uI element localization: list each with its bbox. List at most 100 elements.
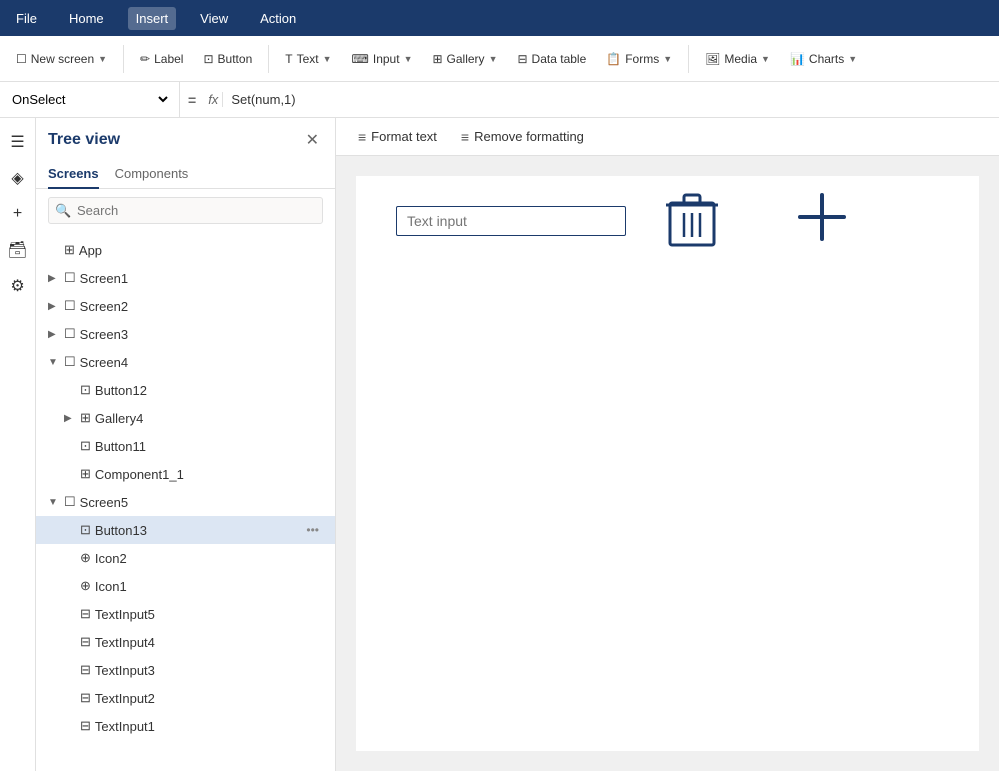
gallery4-chevron: ▶ [64, 413, 76, 424]
icon1-icon: ⊕ [80, 578, 91, 594]
text-button[interactable]: T Text ▼ [277, 48, 339, 70]
menu-home[interactable]: Home [61, 7, 112, 30]
media-chevron: ▼ [761, 54, 770, 64]
canvas-area: ≡ Format text ≡ Remove formatting [336, 118, 999, 771]
sidebar-data-icon[interactable]: 🗃 [2, 234, 34, 266]
menu-insert[interactable]: Insert [128, 7, 177, 30]
tree-item-textinput4[interactable]: ⊟ TextInput4 [36, 628, 335, 656]
tree-item-screen4[interactable]: ▼ ☐ Screen4 [36, 348, 335, 376]
textinput2-label: TextInput2 [95, 691, 323, 706]
app-icon: ⊞ [64, 242, 75, 258]
tree-tabs: Screens Components [36, 160, 335, 189]
menu-action[interactable]: Action [252, 7, 304, 30]
tree-item-button11[interactable]: ⊡ Button11 [36, 432, 335, 460]
label-label: Label [154, 52, 183, 66]
charts-button[interactable]: 📊 Charts ▼ [782, 48, 865, 70]
sidebar-icons: ☰ ◈ + 🗃 ⚙ [0, 118, 36, 771]
textinput5-icon: ⊟ [80, 606, 91, 622]
tree-item-screen1[interactable]: ▶ ☐ Screen1 [36, 264, 335, 292]
tree-item-textinput1[interactable]: ⊟ TextInput1 [36, 712, 335, 740]
tree-item-textinput5[interactable]: ⊟ TextInput5 [36, 600, 335, 628]
screen5-label: Screen5 [80, 495, 323, 510]
gallery-button[interactable]: ⊞ Gallery ▼ [424, 48, 505, 70]
textinput1-label: TextInput1 [95, 719, 323, 734]
screen4-icon: ☐ [64, 354, 76, 370]
button-button[interactable]: ⊡ Button [195, 48, 260, 70]
formula-bar: OnSelect = fx [0, 82, 999, 118]
tree-item-screen3[interactable]: ▶ ☐ Screen3 [36, 320, 335, 348]
menu-file[interactable]: File [8, 7, 45, 30]
property-dropdown[interactable]: OnSelect [8, 91, 171, 108]
tree-item-textinput2[interactable]: ⊟ TextInput2 [36, 684, 335, 712]
textinput5-label: TextInput5 [95, 607, 323, 622]
label-button[interactable]: ✏ Label [132, 48, 191, 70]
canvas-text-input-widget [396, 206, 626, 236]
main-layout: ☰ ◈ + 🗃 ⚙ Tree view ✕ Screens Components… [0, 118, 999, 771]
media-icon: 🖼 [705, 52, 720, 66]
tree-item-icon1[interactable]: ⊕ Icon1 [36, 572, 335, 600]
media-button[interactable]: 🖼 Media ▼ [697, 48, 778, 70]
component1-label: Component1_1 [95, 467, 323, 482]
tree-item-icon2[interactable]: ⊕ Icon2 [36, 544, 335, 572]
gallery-label: Gallery [447, 52, 485, 66]
screen1-label: Screen1 [80, 271, 323, 286]
sidebar-menu-icon[interactable]: ☰ [2, 126, 34, 158]
format-text-button[interactable]: ≡ Format text [348, 125, 447, 149]
property-selector[interactable]: OnSelect [0, 82, 180, 117]
remove-formatting-icon: ≡ [461, 129, 469, 145]
tree-item-textinput3[interactable]: ⊟ TextInput3 [36, 656, 335, 684]
format-toolbar: ≡ Format text ≡ Remove formatting [336, 118, 999, 156]
screen2-label: Screen2 [80, 299, 323, 314]
canvas-white [356, 176, 979, 751]
data-table-icon: ⊟ [517, 52, 527, 66]
button12-icon: ⊡ [80, 382, 91, 398]
textinput2-icon: ⊟ [80, 690, 91, 706]
input-icon: ⌨ [352, 52, 369, 66]
sidebar-variables-icon[interactable]: ⚙ [2, 270, 34, 302]
icon2-icon: ⊕ [80, 550, 91, 566]
data-table-label: Data table [532, 52, 587, 66]
sidebar-add-icon[interactable]: + [2, 198, 34, 230]
tree-item-screen5[interactable]: ▼ ☐ Screen5 [36, 488, 335, 516]
icon2-label: Icon2 [95, 551, 323, 566]
input-button[interactable]: ⌨ Input ▼ [344, 48, 421, 70]
tree-item-gallery4[interactable]: ▶ ⊞ Gallery4 [36, 404, 335, 432]
canvas-plus-icon[interactable] [796, 191, 848, 255]
forms-button[interactable]: 📋 Forms ▼ [598, 48, 680, 70]
new-screen-button[interactable]: ☐ New screen ▼ [8, 48, 115, 70]
canvas-trash-icon[interactable] [666, 191, 718, 260]
sidebar-layers-icon[interactable]: ◈ [2, 162, 34, 194]
charts-label: Charts [809, 52, 844, 66]
menu-view[interactable]: View [192, 7, 236, 30]
button13-more-icon[interactable]: ••• [302, 521, 323, 539]
gallery-chevron: ▼ [489, 54, 498, 64]
tree-item-button12[interactable]: ⊡ Button12 [36, 376, 335, 404]
tree-item-app[interactable]: ⊞ App [36, 236, 335, 264]
forms-icon: 📋 [606, 52, 621, 66]
new-screen-icon: ☐ [16, 52, 27, 66]
tree-item-component1-1[interactable]: ⊞ Component1_1 [36, 460, 335, 488]
new-screen-label: New screen [31, 52, 94, 66]
button11-label: Button11 [95, 439, 323, 454]
formula-input[interactable] [231, 92, 999, 107]
tree-search-container: 🔍 [48, 197, 323, 224]
search-input[interactable] [48, 197, 323, 224]
tree-close-button[interactable]: ✕ [302, 128, 323, 152]
gallery4-label: Gallery4 [95, 411, 323, 426]
remove-formatting-button[interactable]: ≡ Remove formatting [451, 125, 594, 149]
tree-item-screen2[interactable]: ▶ ☐ Screen2 [36, 292, 335, 320]
tree-item-button13[interactable]: ⊡ Button13 ••• [36, 516, 335, 544]
data-table-button[interactable]: ⊟ Data table [509, 48, 594, 70]
button12-label: Button12 [95, 383, 323, 398]
text-label: Text [297, 52, 319, 66]
tree-header: Tree view ✕ [36, 118, 335, 160]
button13-label: Button13 [95, 523, 298, 538]
format-text-icon: ≡ [358, 129, 366, 145]
canvas-text-input-field[interactable] [396, 206, 626, 236]
textinput4-icon: ⊟ [80, 634, 91, 650]
forms-chevron: ▼ [663, 54, 672, 64]
tab-screens[interactable]: Screens [48, 160, 99, 189]
tab-components[interactable]: Components [115, 160, 189, 189]
component1-icon: ⊞ [80, 466, 91, 482]
icon1-label: Icon1 [95, 579, 323, 594]
